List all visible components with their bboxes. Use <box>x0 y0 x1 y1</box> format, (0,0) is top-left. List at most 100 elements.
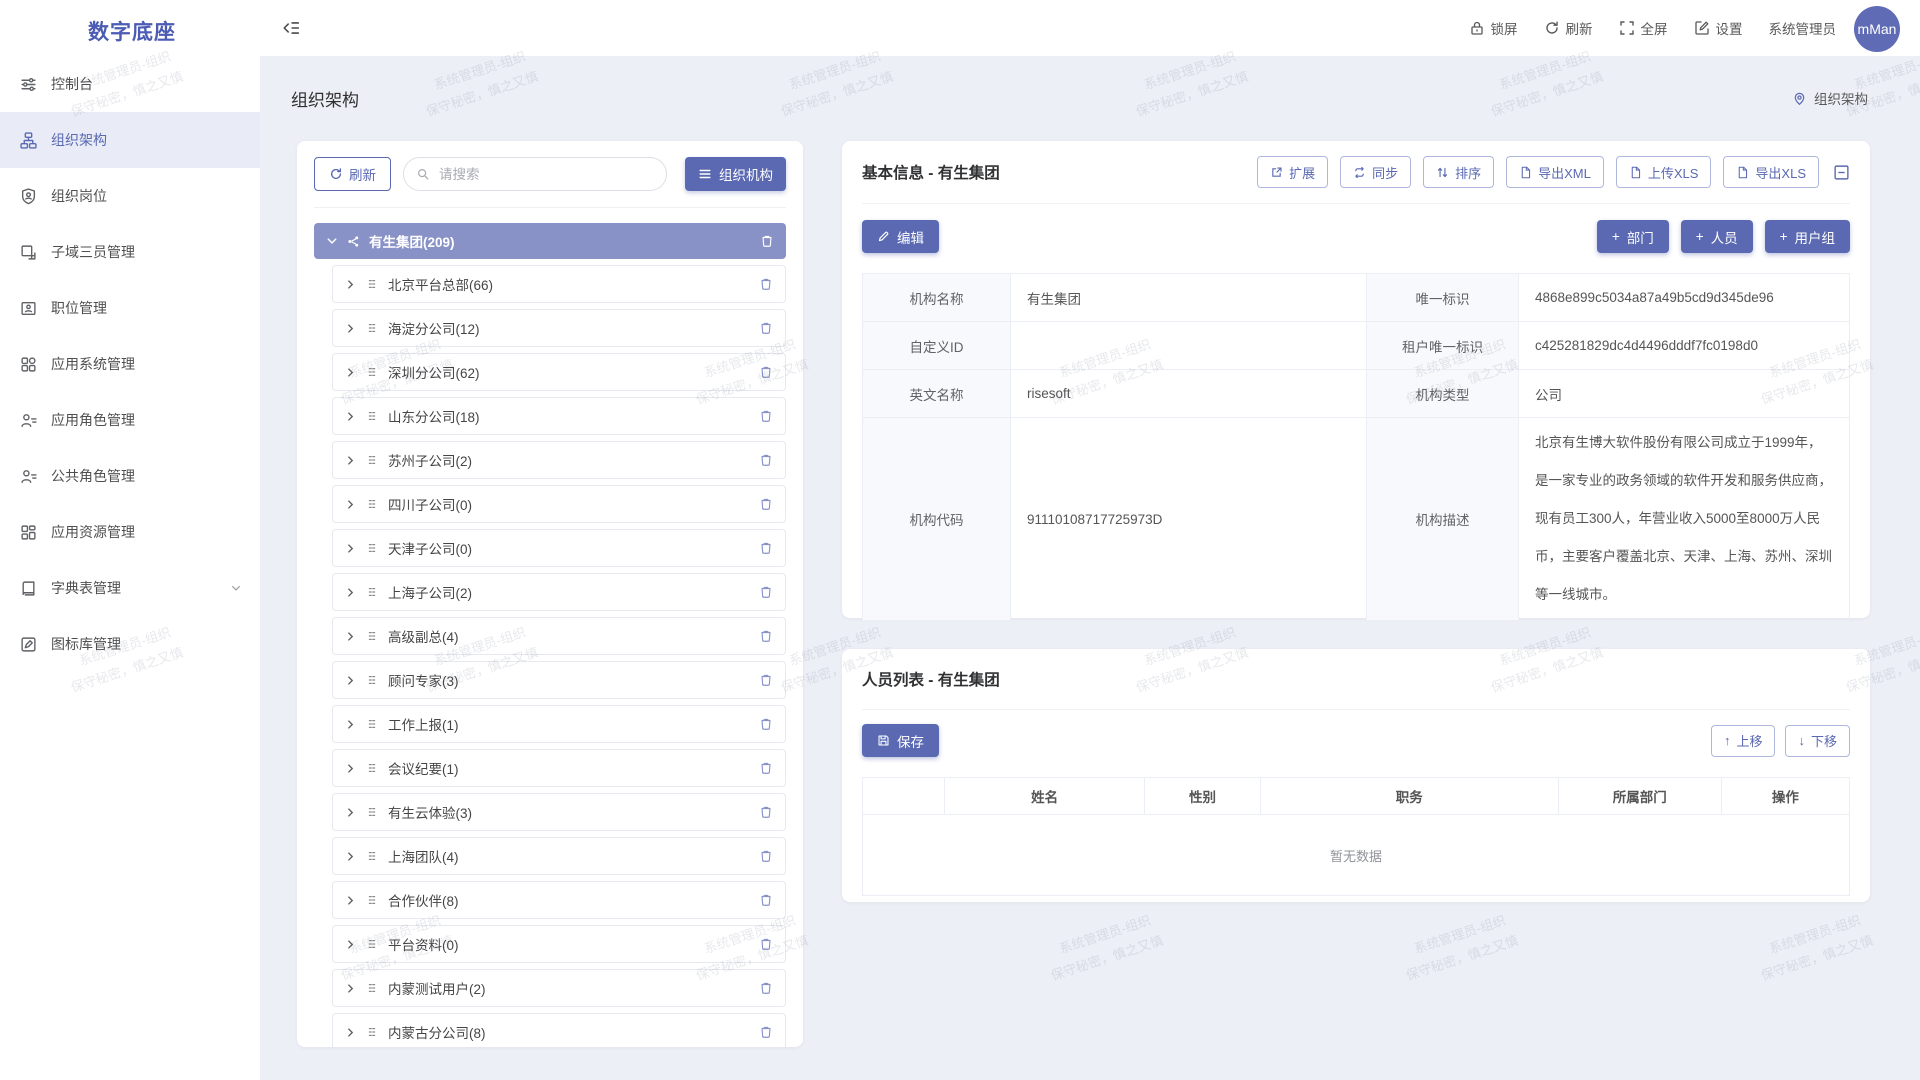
drag-handle-icon[interactable] <box>366 938 378 950</box>
expand-button[interactable]: 扩展 <box>1257 156 1328 188</box>
add-user-group-button[interactable]: + 用户组 <box>1765 220 1850 253</box>
tree-node[interactable]: 北京平台总部(66) <box>332 265 786 303</box>
sidebar-item-position[interactable]: 职位管理 <box>0 280 260 336</box>
delete-icon[interactable] <box>759 805 773 819</box>
sidebar-item-app-system[interactable]: 应用系统管理 <box>0 336 260 392</box>
save-button[interactable]: 保存 <box>862 724 939 757</box>
drag-handle-icon[interactable] <box>366 586 378 598</box>
tree-search-input[interactable] <box>437 166 654 183</box>
delete-icon[interactable] <box>759 365 773 379</box>
drag-handle-icon[interactable] <box>366 366 378 378</box>
chevron-right-icon[interactable] <box>345 323 356 334</box>
chevron-right-icon[interactable] <box>345 587 356 598</box>
delete-icon[interactable] <box>759 849 773 863</box>
drag-handle-icon[interactable] <box>366 850 378 862</box>
drag-handle-icon[interactable] <box>366 454 378 466</box>
drag-handle-icon[interactable] <box>366 894 378 906</box>
chevron-right-icon[interactable] <box>345 631 356 642</box>
delete-icon[interactable] <box>759 497 773 511</box>
tree-node[interactable]: 苏州子公司(2) <box>332 441 786 479</box>
org-structure-button[interactable]: 组织机构 <box>685 157 786 191</box>
drag-handle-icon[interactable] <box>366 498 378 510</box>
tree-node[interactable]: 高级副总(4) <box>332 617 786 655</box>
drag-handle-icon[interactable] <box>366 630 378 642</box>
upload-xls-button[interactable]: 上传XLS <box>1616 156 1712 188</box>
current-user-name[interactable]: 系统管理员 <box>1769 18 1837 38</box>
delete-icon[interactable] <box>759 585 773 599</box>
sidebar-item-dictionary[interactable]: 字典表管理 <box>0 560 260 616</box>
tree-node[interactable]: 山东分公司(18) <box>332 397 786 435</box>
add-department-button[interactable]: + 部门 <box>1597 220 1669 253</box>
move-up-button[interactable]: ↑ 上移 <box>1711 725 1776 757</box>
drag-handle-icon[interactable] <box>366 542 378 554</box>
drag-handle-icon[interactable] <box>366 278 378 290</box>
delete-icon[interactable] <box>760 234 774 248</box>
sidebar-item-org-post[interactable]: 组织岗位 <box>0 168 260 224</box>
chevron-right-icon[interactable] <box>345 1027 356 1038</box>
tree-node[interactable]: 有生云体验(3) <box>332 793 786 831</box>
user-avatar[interactable]: mMan <box>1854 6 1900 52</box>
delete-icon[interactable] <box>759 937 773 951</box>
delete-icon[interactable] <box>759 981 773 995</box>
drag-handle-icon[interactable] <box>366 982 378 994</box>
tree-refresh-button[interactable]: 刷新 <box>314 157 391 191</box>
delete-icon[interactable] <box>759 409 773 423</box>
delete-icon[interactable] <box>759 453 773 467</box>
sidebar-item-app-role[interactable]: 应用角色管理 <box>0 392 260 448</box>
lock-screen-button[interactable]: 锁屏 <box>1469 18 1518 38</box>
sidebar-item-app-resource[interactable]: 应用资源管理 <box>0 504 260 560</box>
tree-node[interactable]: 天津子公司(0) <box>332 529 786 567</box>
chevron-right-icon[interactable] <box>345 543 356 554</box>
sidebar-item-org-structure[interactable]: 组织架构 <box>0 112 260 168</box>
drag-handle-icon[interactable] <box>366 674 378 686</box>
delete-icon[interactable] <box>759 893 773 907</box>
sync-button[interactable]: 同步 <box>1340 156 1411 188</box>
drag-handle-icon[interactable] <box>366 806 378 818</box>
delete-icon[interactable] <box>759 541 773 555</box>
tree-search-box[interactable] <box>403 157 667 191</box>
tree-node[interactable]: 合作伙伴(8) <box>332 881 786 919</box>
delete-icon[interactable] <box>759 717 773 731</box>
sidebar-item-console[interactable]: 控制台 <box>0 56 260 112</box>
export-xls-button[interactable]: 导出XLS <box>1723 156 1819 188</box>
chevron-right-icon[interactable] <box>345 499 356 510</box>
delete-icon[interactable] <box>759 629 773 643</box>
chevron-right-icon[interactable] <box>345 895 356 906</box>
drag-handle-icon[interactable] <box>366 762 378 774</box>
chevron-right-icon[interactable] <box>345 763 356 774</box>
delete-icon[interactable] <box>759 1025 773 1039</box>
chevron-right-icon[interactable] <box>345 851 356 862</box>
tree-node[interactable]: 上海团队(4) <box>332 837 786 875</box>
tree-node[interactable]: 深圳分公司(62) <box>332 353 786 391</box>
chevron-right-icon[interactable] <box>345 983 356 994</box>
collapse-sidebar-icon[interactable] <box>282 19 300 37</box>
collapse-panel-icon[interactable] <box>1833 164 1850 181</box>
tree-node[interactable]: 海淀分公司(12) <box>332 309 786 347</box>
delete-icon[interactable] <box>759 761 773 775</box>
export-xml-button[interactable]: 导出XML <box>1506 156 1604 188</box>
drag-handle-icon[interactable] <box>366 1026 378 1038</box>
chevron-right-icon[interactable] <box>345 675 356 686</box>
tree-root-node[interactable]: 有生集团(209) <box>314 223 786 259</box>
chevron-down-icon[interactable] <box>326 235 338 247</box>
tree-node[interactable]: 工作上报(1) <box>332 705 786 743</box>
drag-handle-icon[interactable] <box>366 718 378 730</box>
refresh-page-button[interactable]: 刷新 <box>1544 18 1593 38</box>
tree-node[interactable]: 顾问专家(3) <box>332 661 786 699</box>
chevron-right-icon[interactable] <box>345 719 356 730</box>
chevron-right-icon[interactable] <box>345 411 356 422</box>
delete-icon[interactable] <box>759 321 773 335</box>
settings-button[interactable]: 设置 <box>1694 18 1743 38</box>
chevron-right-icon[interactable] <box>345 279 356 290</box>
tree-node[interactable]: 平台资料(0) <box>332 925 786 963</box>
drag-handle-icon[interactable] <box>366 410 378 422</box>
tree-node[interactable]: 会议纪要(1) <box>332 749 786 787</box>
tree-node[interactable]: 内蒙测试用户(2) <box>332 969 786 1007</box>
drag-handle-icon[interactable] <box>366 322 378 334</box>
move-down-button[interactable]: ↓ 下移 <box>1785 725 1850 757</box>
chevron-right-icon[interactable] <box>345 455 356 466</box>
delete-icon[interactable] <box>759 277 773 291</box>
chevron-right-icon[interactable] <box>345 367 356 378</box>
edit-button[interactable]: 编辑 <box>862 220 939 253</box>
chevron-right-icon[interactable] <box>345 807 356 818</box>
